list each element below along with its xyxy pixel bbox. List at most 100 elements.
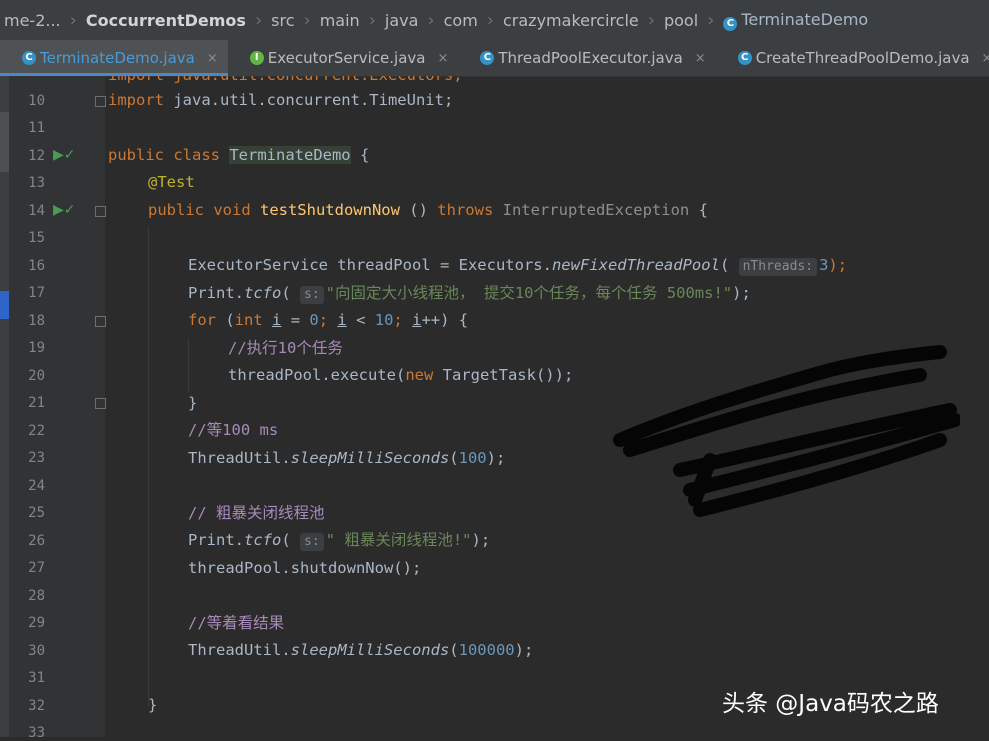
line-number: 12 <box>28 148 45 164</box>
code-line-16: ExecutorService threadPool = Executors.n… <box>188 256 848 276</box>
close-icon[interactable]: × <box>695 51 706 66</box>
code-line-19: //执行10个任务 <box>228 335 343 362</box>
method-call: sleepMilliSeconds <box>290 449 450 467</box>
method-call: newFixedThreadPool <box>551 256 720 274</box>
number: 0 <box>309 311 319 329</box>
code-line-30: ThreadUtil.sleepMilliSeconds(100000); <box>188 641 534 659</box>
chevron-right-icon: › <box>647 9 655 31</box>
code-text: Print. <box>188 284 244 302</box>
breadcrumb-src[interactable]: src <box>267 11 298 30</box>
string-literal: " 粗暴关闭线程池!" <box>325 531 472 549</box>
method-call: sleepMilliSeconds <box>290 641 450 659</box>
code-line-13: @Test <box>148 169 195 196</box>
code-text: { <box>350 146 370 164</box>
line-number: 25 <box>28 505 45 521</box>
line-number: 21 <box>28 395 45 411</box>
tab-label: ThreadPoolExecutor.java <box>498 49 683 67</box>
tool-window-marker[interactable] <box>0 112 9 172</box>
breadcrumb-com[interactable]: com <box>440 11 482 30</box>
code-text: threadPool.execute( <box>228 366 406 384</box>
breadcrumb-pool[interactable]: pool <box>660 11 702 30</box>
chevron-right-icon: › <box>707 9 715 31</box>
breadcrumb-project[interactable]: me-2... <box>0 11 65 30</box>
code-line-12: public class TerminateDemo { <box>108 142 369 169</box>
line-number: 24 <box>28 478 45 494</box>
run-gutter-icon[interactable]: ▶✓ <box>53 203 76 217</box>
annotation: @Test <box>148 173 195 191</box>
tab-threadpoolexecutor[interactable]: C ThreadPoolExecutor.java × <box>458 40 715 76</box>
tab-label: ExecutorService.java <box>267 49 426 67</box>
method-name: testShutdownNow <box>259 201 400 219</box>
class-name: TerminateDemo <box>229 146 351 164</box>
code-text: () <box>399 201 438 219</box>
line-number: 27 <box>28 560 45 576</box>
line-number: 10 <box>28 93 45 109</box>
editor-tabs: C TerminateDemo.java × I ExecutorService… <box>0 40 989 77</box>
watermark: 头条 @Java码农之路 <box>722 691 939 717</box>
breadcrumb-crazymakercircle[interactable]: crazymakercircle <box>499 11 643 30</box>
line-number: 18 <box>28 313 45 329</box>
code-line-21: } <box>188 390 197 417</box>
chevron-right-icon: › <box>368 9 376 31</box>
code-line-26: Print.tcfo( s: " 粗暴关闭线程池!"); <box>188 531 491 551</box>
close-icon[interactable]: × <box>437 51 448 66</box>
fold-icon[interactable] <box>95 398 106 409</box>
chevron-right-icon: › <box>486 9 494 31</box>
code-line-32: } <box>148 692 157 719</box>
breadcrumb-main[interactable]: main <box>316 11 364 30</box>
line-number: 15 <box>28 230 45 246</box>
close-icon[interactable]: × <box>982 51 989 66</box>
tool-window-marker-active[interactable] <box>0 291 9 319</box>
comment: //等100 ms <box>188 421 279 439</box>
code-text: { <box>689 201 708 219</box>
loop-var: i <box>337 311 347 329</box>
breadcrumb-module[interactable]: CoccurrentDemos <box>82 11 250 30</box>
keyword: new <box>405 366 434 384</box>
chevron-right-icon: › <box>427 9 435 31</box>
class-icon: C <box>723 16 738 31</box>
line-number: 26 <box>28 533 45 549</box>
line-number: 22 <box>28 423 45 439</box>
close-icon[interactable]: × <box>207 51 218 66</box>
number: 100 <box>458 449 487 467</box>
chevron-right-icon: › <box>303 9 311 31</box>
breadcrumb-java[interactable]: java <box>381 11 423 30</box>
class-icon: C <box>22 51 36 65</box>
method-call: tcfo <box>244 531 282 549</box>
code-text: ExecutorService threadPool = Executors. <box>188 256 552 274</box>
line-number: 14 <box>28 203 45 219</box>
comment: //执行10个任务 <box>228 339 343 357</box>
code-line-25: // 粗暴关闭线程池 <box>188 500 325 527</box>
line-number: 33 <box>28 725 45 741</box>
tab-executorservice[interactable]: I ExecutorService.java × <box>228 40 459 76</box>
breadcrumb-class[interactable]: C TerminateDemo <box>719 10 872 31</box>
code-line-14: public void testShutdownNow () throws In… <box>148 197 708 224</box>
tab-terminatedemo[interactable]: C TerminateDemo.java × <box>0 40 228 76</box>
fold-icon[interactable] <box>95 316 106 327</box>
code-line-22: //等100 ms <box>188 417 278 444</box>
tab-createthreadpooldemo[interactable]: C CreateThreadPoolDemo.java × <box>716 40 989 76</box>
number: 3 <box>819 256 829 274</box>
redaction-scribble <box>613 345 960 517</box>
chevron-right-icon: › <box>69 9 77 31</box>
line-number: 13 <box>28 175 45 191</box>
code-line-17: Print.tcfo( s: "向固定大小线程池， 提交10个任务，每个任务 50… <box>188 284 751 304</box>
keyword: public void <box>148 201 260 219</box>
code-line-29: //等着看结果 <box>188 610 284 637</box>
code-line-18: for (int i = 0; i < 10; i++) { <box>188 311 469 329</box>
comment: //等着看结果 <box>188 614 285 632</box>
line-number: 19 <box>28 340 45 356</box>
code-text: Print. <box>188 531 244 549</box>
line-number: 30 <box>28 643 45 659</box>
code-text: TargetTask()); <box>433 366 574 384</box>
string-literal: "向固定大小线程池， 提交10个任务，每个任务 500ms!" <box>325 284 733 302</box>
code-text: } <box>148 696 158 714</box>
code-text: } <box>188 394 198 412</box>
class-icon: C <box>737 51 752 65</box>
fold-icon[interactable] <box>95 206 106 217</box>
exception-name: InterruptedException <box>502 201 690 219</box>
run-gutter-icon[interactable]: ▶✓ <box>53 148 76 162</box>
keyword: for <box>188 311 216 329</box>
fold-icon[interactable] <box>95 96 106 107</box>
keyword: throws <box>437 201 503 219</box>
